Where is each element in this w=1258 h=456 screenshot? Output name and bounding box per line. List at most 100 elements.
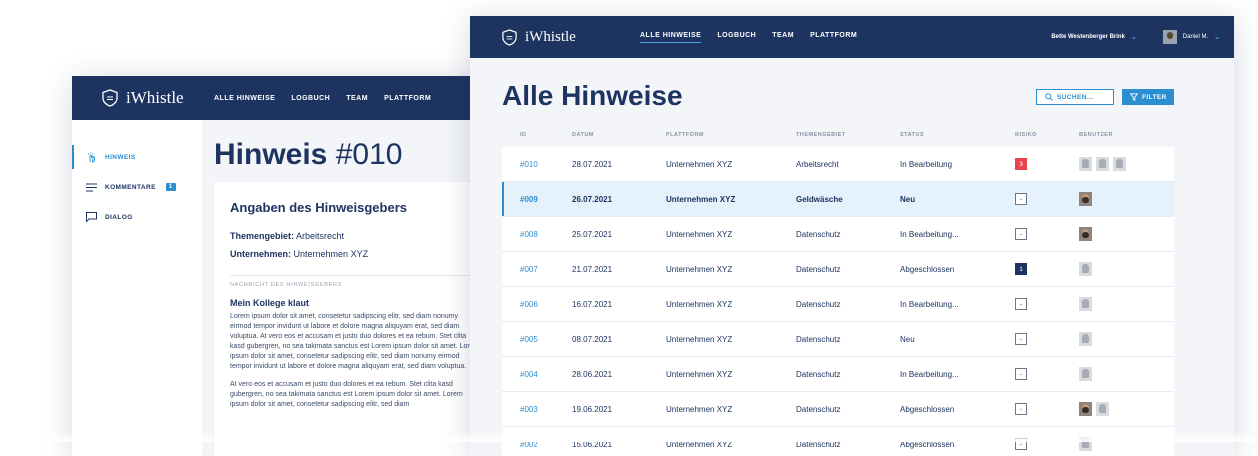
col-plattform[interactable]: PLATTFORM (666, 132, 796, 146)
cell-status: Abgeschlossen (900, 404, 955, 414)
col-id[interactable]: ID (502, 132, 572, 146)
field-value: Unternehmen XYZ (293, 249, 369, 259)
lines-icon (86, 182, 97, 192)
nav-alle-hinweise[interactable]: ALLE HINWEISE (640, 32, 702, 43)
col-status[interactable]: STATUS (900, 132, 1015, 146)
logo[interactable]: iWhistle (102, 88, 214, 108)
chevron-down-icon[interactable]: ⌄ (1131, 33, 1137, 41)
bottom-fade (0, 432, 1258, 442)
cell-id[interactable]: #006 (502, 300, 572, 309)
sidebar-item-dialog[interactable]: DIALOG (72, 202, 202, 232)
chat-icon (86, 212, 97, 222)
cell-id[interactable]: #010 (502, 160, 572, 169)
hinweise-table: #010 28.07.2021 Unternehmen XYZ Arbeitsrech… (502, 147, 1174, 456)
message-paragraph: At vero eos et accusam et justo duo dolo… (230, 381, 463, 408)
search-label: SUCHEN... (1057, 93, 1094, 101)
cell-id[interactable]: #004 (502, 370, 572, 379)
top-bar: iWhistle ALLE HINWEISE LOGBUCH TEAM PLAT… (470, 16, 1234, 58)
search-button[interactable]: SUCHEN... (1036, 89, 1114, 105)
avatar-placeholder-icon[interactable] (1079, 332, 1092, 346)
col-benutzer[interactable]: BENUTZER (1079, 132, 1174, 146)
chevron-down-icon[interactable]: ⌄ (1214, 33, 1220, 41)
nav-logbuch[interactable]: LOGBUCH (291, 95, 330, 102)
avatar-placeholder-icon[interactable] (1079, 157, 1092, 171)
cell-id[interactable]: #007 (502, 265, 572, 274)
cell-plattform: Unternehmen XYZ (666, 404, 733, 414)
sidebar-item-label: HINWEIS (105, 153, 136, 161)
logo[interactable]: iWhistle (502, 29, 610, 46)
avatar-placeholder-icon[interactable] (1096, 157, 1109, 171)
avatar-placeholder-icon[interactable] (1096, 402, 1109, 416)
title-number: #010 (335, 138, 403, 171)
risk-badge[interactable]: - (1015, 333, 1027, 345)
nav-logbuch[interactable]: LOGBUCH (717, 32, 756, 43)
table-row[interactable]: #010 28.07.2021 Unternehmen XYZ Arbeitsrech… (502, 147, 1174, 182)
table-row[interactable]: #008 25.07.2021 Unternehmen XYZ Datenschutz… (502, 217, 1174, 252)
avatar-placeholder-icon[interactable] (1113, 157, 1126, 171)
table-row[interactable]: #007 21.07.2021 Unternehmen XYZ Datenschutz… (502, 252, 1174, 287)
cell-plattform: Unternehmen XYZ (666, 369, 733, 379)
cell-status: In Bearbeitung... (900, 369, 959, 379)
cell-themengebiet: Datenschutz (796, 334, 841, 344)
risk-badge[interactable]: - (1015, 228, 1027, 240)
avatar[interactable] (1079, 227, 1092, 241)
table-row[interactable]: #009 26.07.2021 Unternehmen XYZ Geldwäsche N… (502, 182, 1174, 217)
avatar-placeholder-icon[interactable] (1079, 297, 1092, 311)
cell-datum: 19.06.2021 (572, 404, 613, 414)
cell-status: In Bearbeitung... (900, 229, 959, 239)
avatar[interactable] (1162, 30, 1177, 44)
avatar[interactable] (1079, 192, 1092, 206)
cell-risiko: 1 (1015, 263, 1079, 275)
table-row[interactable]: #003 19.06.2021 Unternehmen XYZ Datenschutz… (502, 392, 1174, 427)
organization-switcher[interactable]: Bette Westenberger Brink (1051, 34, 1125, 40)
sidebar: HINWEIS KOMMENTARE 1 DIALOG (72, 120, 202, 456)
nav-team[interactable]: TEAM (346, 95, 368, 102)
sidebar-item-hinweis[interactable]: HINWEIS (72, 142, 202, 172)
risk-badge[interactable]: - (1015, 298, 1027, 310)
nav-plattform[interactable]: PLATTFORM (810, 32, 857, 43)
field-value: Arbeitsrecht (296, 231, 345, 241)
sidebar-item-kommentare[interactable]: KOMMENTARE 1 (72, 172, 202, 202)
search-icon (1045, 93, 1053, 101)
table-row[interactable]: #005 08.07.2021 Unternehmen XYZ Datenschutz… (502, 322, 1174, 357)
cell-themengebiet: Datenschutz (796, 264, 841, 274)
risk-badge[interactable]: - (1015, 368, 1027, 380)
col-risiko[interactable]: RISIKO (1015, 132, 1079, 146)
table-row[interactable]: #006 16.07.2021 Unternehmen XYZ Datenschutz… (502, 287, 1174, 322)
cell-id[interactable]: #003 (502, 405, 572, 414)
brand-name: iWhistle (126, 88, 184, 107)
avatar[interactable] (1079, 402, 1092, 416)
cell-datum: 28.06.2021 (572, 369, 613, 379)
cell-id[interactable]: #005 (502, 335, 572, 344)
col-datum[interactable]: DATUM (572, 132, 666, 146)
cell-themengebiet: Arbeitsrecht (796, 159, 839, 169)
nav-plattform[interactable]: PLATTFORM (384, 95, 431, 102)
filter-button[interactable]: FILTER (1122, 89, 1174, 105)
risk-badge[interactable]: - (1015, 193, 1027, 205)
hand-pointer-icon (87, 152, 95, 162)
cell-datum: 08.07.2021 (572, 334, 613, 344)
cell-benutzer (1079, 367, 1174, 381)
cell-status: Abgeschlossen (900, 264, 955, 274)
user-name[interactable]: Daniel M. (1183, 34, 1208, 40)
cell-themengebiet: Datenschutz (796, 299, 841, 309)
risk-badge[interactable]: 1 (1015, 263, 1027, 275)
cell-benutzer (1079, 262, 1174, 276)
field-label: Unternehmen: (230, 249, 292, 259)
cell-id[interactable]: #008 (502, 230, 572, 239)
risk-badge[interactable]: - (1015, 403, 1027, 415)
risk-badge[interactable]: 3 (1015, 158, 1027, 170)
cell-themengebiet: Datenschutz (796, 229, 841, 239)
brand-name: iWhistle (525, 28, 576, 45)
avatar-placeholder-icon[interactable] (1079, 262, 1092, 276)
cell-datum: 21.07.2021 (572, 264, 613, 274)
cell-id[interactable]: #009 (502, 195, 572, 204)
cell-plattform: Unternehmen XYZ (666, 299, 733, 309)
sidebar-item-label: DIALOG (105, 213, 133, 221)
cell-risiko: - (1015, 228, 1079, 240)
avatar-placeholder-icon[interactable] (1079, 367, 1092, 381)
nav-team[interactable]: TEAM (772, 32, 794, 43)
table-row[interactable]: #004 28.06.2021 Unternehmen XYZ Datenschutz… (502, 357, 1174, 392)
nav-alle-hinweise[interactable]: ALLE HINWEISE (214, 95, 275, 102)
col-themengebiet[interactable]: THEMENGEBIET (796, 132, 900, 146)
